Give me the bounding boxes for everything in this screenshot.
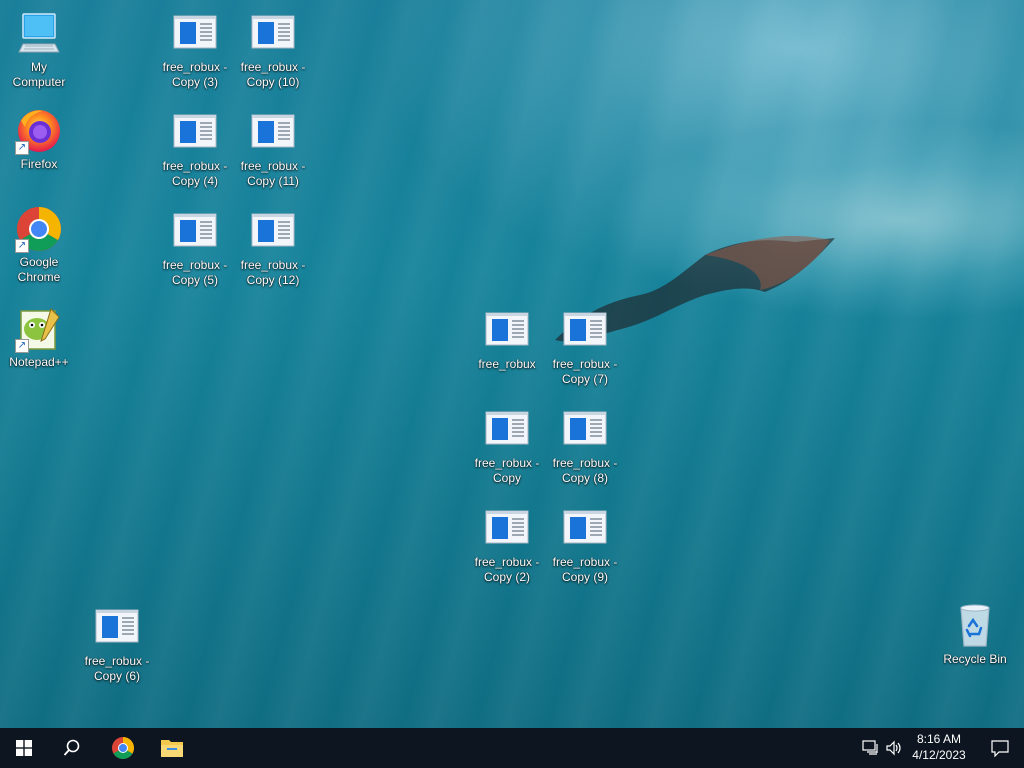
taskbar: 8:16 AM 4/12/2023 bbox=[0, 728, 1024, 768]
clock-date: 4/12/2023 bbox=[912, 748, 966, 762]
desktop-icon-free-robux-copy-11[interactable]: free_robux - Copy (11) bbox=[235, 109, 311, 189]
taskbar-chrome-button[interactable] bbox=[99, 728, 147, 768]
volume-icon bbox=[886, 740, 901, 756]
icon-label: free_robux - Copy (11) bbox=[240, 159, 306, 188]
start-button[interactable] bbox=[0, 728, 48, 768]
desktop-icon-google-chrome[interactable]: ↗ Google Chrome bbox=[1, 205, 77, 285]
desktop-icon-free-robux-copy-4[interactable]: free_robux - Copy (4) bbox=[157, 109, 233, 189]
document-icon bbox=[483, 307, 531, 355]
search-icon bbox=[63, 739, 80, 756]
icon-label: Google Chrome bbox=[17, 255, 61, 284]
document-icon bbox=[171, 10, 219, 58]
firefox-icon: ↗ bbox=[15, 107, 63, 155]
action-center-button[interactable] bbox=[976, 728, 1024, 768]
desktop-icon-free-robux-copy-6[interactable]: free_robux - Copy (6) bbox=[79, 604, 155, 684]
icon-label: free_robux bbox=[478, 357, 536, 371]
desktop-icon-free-robux-copy-7[interactable]: free_robux - Copy (7) bbox=[547, 307, 623, 387]
icon-label: My Computer bbox=[12, 60, 66, 89]
icon-label: Firefox bbox=[20, 157, 58, 171]
windows-logo-icon bbox=[16, 740, 32, 756]
chrome-icon bbox=[112, 737, 134, 759]
action-center-icon bbox=[991, 739, 1009, 757]
shortcut-arrow-icon: ↗ bbox=[15, 239, 29, 253]
document-icon bbox=[249, 109, 297, 157]
network-icon bbox=[862, 740, 878, 755]
taskbar-file-explorer-button[interactable] bbox=[148, 728, 196, 768]
icon-label: Notepad++ bbox=[9, 355, 69, 369]
desktop-icon-my-computer[interactable]: My Computer bbox=[1, 10, 77, 90]
document-icon bbox=[171, 208, 219, 256]
desktop-icon-free-robux-copy-9[interactable]: free_robux - Copy (9) bbox=[547, 505, 623, 585]
desktop-icon-notepad-plus-plus[interactable]: ↗ Notepad++ bbox=[1, 305, 77, 370]
desktop-icon-free-robux-copy-10[interactable]: free_robux - Copy (10) bbox=[235, 10, 311, 90]
desktop-icon-free-robux-copy-3[interactable]: free_robux - Copy (3) bbox=[157, 10, 233, 90]
recycle-bin-icon bbox=[951, 602, 999, 650]
document-icon bbox=[561, 307, 609, 355]
icon-label: free_robux - Copy (5) bbox=[162, 258, 228, 287]
taskbar-clock[interactable]: 8:16 AM 4/12/2023 bbox=[906, 731, 972, 763]
icon-label: Recycle Bin bbox=[943, 652, 1007, 666]
clock-time: 8:16 AM bbox=[916, 732, 962, 746]
shortcut-arrow-icon: ↗ bbox=[15, 339, 29, 353]
computer-icon bbox=[15, 10, 63, 58]
document-icon bbox=[483, 406, 531, 454]
icon-label: free_robux - Copy (12) bbox=[240, 258, 306, 287]
notepad-plus-plus-icon: ↗ bbox=[15, 305, 63, 353]
desktop-icon-free-robux-copy-5[interactable]: free_robux - Copy (5) bbox=[157, 208, 233, 288]
desktop-icon-free-robux[interactable]: free_robux bbox=[469, 307, 545, 372]
file-explorer-icon bbox=[161, 740, 183, 757]
document-icon bbox=[171, 109, 219, 157]
desktop-icon-free-robux-copy[interactable]: free_robux - Copy bbox=[469, 406, 545, 486]
icon-label: free_robux - Copy (4) bbox=[162, 159, 228, 188]
icon-label: free_robux - Copy bbox=[474, 456, 540, 485]
document-icon bbox=[561, 406, 609, 454]
search-button[interactable] bbox=[48, 728, 96, 768]
document-icon bbox=[561, 505, 609, 553]
document-icon bbox=[249, 208, 297, 256]
icon-label: free_robux - Copy (8) bbox=[552, 456, 618, 485]
icon-label: free_robux - Copy (10) bbox=[240, 60, 306, 89]
chrome-icon: ↗ bbox=[15, 205, 63, 253]
desktop-icon-free-robux-copy-8[interactable]: free_robux - Copy (8) bbox=[547, 406, 623, 486]
volume-tray-button[interactable] bbox=[883, 738, 905, 758]
desktop-icon-free-robux-copy-2[interactable]: free_robux - Copy (2) bbox=[469, 505, 545, 585]
document-icon bbox=[249, 10, 297, 58]
shortcut-arrow-icon: ↗ bbox=[15, 141, 29, 155]
icon-label: free_robux - Copy (2) bbox=[474, 555, 540, 584]
document-icon bbox=[483, 505, 531, 553]
icon-label: free_robux - Copy (7) bbox=[552, 357, 618, 386]
desktop-icon-recycle-bin[interactable]: Recycle Bin bbox=[937, 602, 1013, 667]
icon-label: free_robux - Copy (9) bbox=[552, 555, 618, 584]
icon-label: free_robux - Copy (6) bbox=[84, 654, 150, 683]
network-tray-button[interactable] bbox=[860, 738, 882, 758]
document-icon bbox=[93, 604, 141, 652]
desktop-icon-firefox[interactable]: ↗ Firefox bbox=[1, 107, 77, 172]
desktop-icon-free-robux-copy-12[interactable]: free_robux - Copy (12) bbox=[235, 208, 311, 288]
icon-label: free_robux - Copy (3) bbox=[162, 60, 228, 89]
